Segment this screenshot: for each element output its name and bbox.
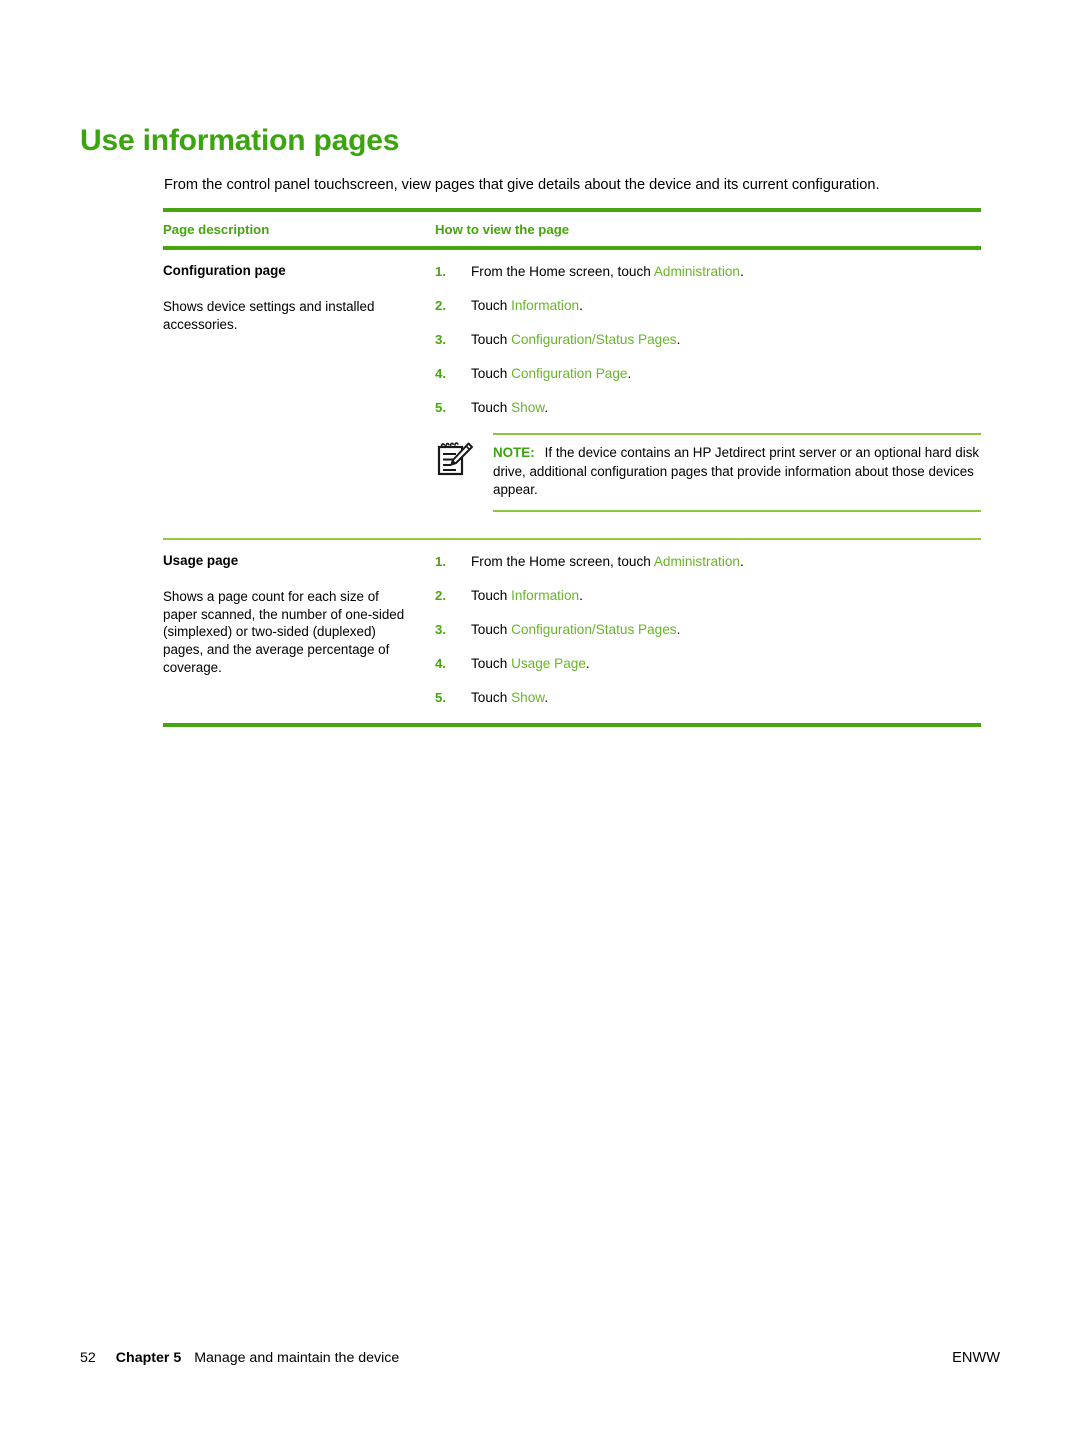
- step-text-pre: Touch: [471, 366, 512, 381]
- step-text-pre: From the Home screen, touch: [471, 264, 654, 279]
- ui-term: Administration: [653, 553, 740, 569]
- step-text: Touch Usage Page.: [471, 655, 981, 672]
- table-bottom-rule: [163, 722, 981, 727]
- ui-term: Show: [511, 689, 545, 705]
- ui-term: Information: [511, 298, 580, 313]
- step-text-pre: Touch: [471, 621, 512, 637]
- step-text: Touch Information.: [471, 587, 981, 604]
- step-text-post: .: [676, 621, 681, 637]
- footer-chapter-title: Manage and maintain the device: [194, 1350, 400, 1366]
- step-number: 4.: [435, 655, 446, 671]
- step-text-pre: Touch: [471, 689, 512, 705]
- step-text-pre: Touch: [471, 332, 512, 347]
- step-text-pre: From the Home screen, touch: [471, 553, 654, 569]
- step-number: 3.: [435, 621, 446, 637]
- ui-term: Configuration/Status Pages: [511, 621, 677, 637]
- column-header-page-description: Page description: [163, 222, 270, 237]
- footer-left-group: 52 Chapter 5 Manage and maintain the dev…: [80, 1350, 399, 1366]
- table-row: Configuration page Shows device settings…: [163, 250, 981, 522]
- ui-term: Information: [511, 587, 580, 603]
- step-text-post: .: [739, 553, 744, 569]
- step-text-post: .: [544, 689, 549, 705]
- information-pages-table: Page description How to view the page Co…: [163, 208, 981, 727]
- cell-page-description: Configuration page Shows device settings…: [163, 263, 435, 522]
- step-number: 5.: [435, 689, 446, 705]
- step-number: 1.: [435, 553, 446, 569]
- step-text: From the Home screen, touch Administrati…: [471, 553, 981, 570]
- step-number: 3.: [435, 332, 446, 347]
- step-number: 1.: [435, 264, 446, 279]
- list-item: 5. Touch Show.: [435, 689, 981, 706]
- list-item: 5. Touch Show.: [435, 399, 981, 416]
- page-title: Use information pages: [80, 124, 400, 158]
- ui-term: Configuration Page: [511, 366, 628, 381]
- ui-term: Configuration/Status Pages: [511, 332, 677, 347]
- note-label: NOTE:: [493, 445, 535, 460]
- list-item: 2. Touch Information.: [435, 297, 981, 314]
- list-item: 1. From the Home screen, touch Administr…: [435, 263, 981, 280]
- step-text: Touch Configuration Page.: [471, 365, 981, 382]
- step-number: 4.: [435, 366, 446, 381]
- ui-term: Show: [511, 400, 545, 415]
- table-row: Usage page Shows a page count for each s…: [163, 540, 981, 723]
- step-text: Touch Information.: [471, 297, 981, 314]
- list-item: 2. Touch Information.: [435, 587, 981, 604]
- step-text: From the Home screen, touch Administrati…: [471, 263, 981, 280]
- cell-how-to-view: 1. From the Home screen, touch Administr…: [435, 263, 981, 522]
- intro-paragraph: From the control panel touchscreen, view…: [164, 176, 880, 193]
- step-text-pre: Touch: [471, 400, 512, 415]
- column-header-how-to-view: How to view the page: [435, 222, 570, 237]
- footer-page-number: 52: [80, 1350, 96, 1366]
- list-item: 1. From the Home screen, touch Administr…: [435, 553, 981, 570]
- step-number: 2.: [435, 298, 446, 313]
- step-text-post: .: [544, 400, 549, 415]
- step-text-post: .: [579, 298, 583, 313]
- cell-page-description: Usage page Shows a page count for each s…: [163, 553, 435, 723]
- row-description: Shows a page count for each size of pape…: [163, 588, 405, 675]
- footer-locale: ENWW: [952, 1350, 1000, 1366]
- table-header-row: Page description How to view the page: [163, 212, 981, 246]
- ui-term: Administration: [653, 264, 740, 279]
- note-message: If the device contains an HP Jetdirect p…: [493, 445, 980, 498]
- cell-how-to-view: 1. From the Home screen, touch Administr…: [435, 553, 981, 723]
- step-text: Touch Show.: [471, 399, 981, 416]
- step-text-post: .: [739, 264, 744, 279]
- row-title: Usage page: [163, 552, 239, 568]
- step-text-post: .: [676, 332, 681, 347]
- note-text: NOTE: If the device contains an HP Jetdir…: [493, 444, 981, 500]
- list-item: 3. Touch Configuration/Status Pages.: [435, 331, 981, 348]
- step-text-post: .: [627, 366, 632, 381]
- note-body: NOTE: If the device contains an HP Jetdir…: [493, 433, 981, 512]
- list-item: 4. Touch Configuration Page.: [435, 365, 981, 382]
- step-text: Touch Configuration/Status Pages.: [471, 331, 981, 348]
- step-text-post: .: [585, 655, 590, 671]
- footer-chapter-label: Chapter 5: [115, 1350, 182, 1366]
- note-pad-pencil-icon: [435, 433, 493, 512]
- step-text-pre: Touch: [471, 655, 512, 671]
- step-number: 5.: [435, 400, 446, 415]
- row-title: Configuration page: [163, 263, 286, 278]
- step-text: Touch Show.: [471, 689, 981, 706]
- step-number: 2.: [435, 587, 446, 603]
- page-footer: 52 Chapter 5 Manage and maintain the dev…: [80, 1350, 1000, 1366]
- step-text: Touch Configuration/Status Pages.: [471, 621, 981, 638]
- note-callout: NOTE: If the device contains an HP Jetdir…: [435, 433, 981, 512]
- document-page: Use information pages From the control p…: [0, 0, 1080, 1437]
- step-text-pre: Touch: [471, 587, 512, 603]
- row-description: Shows device settings and installed acce…: [163, 299, 375, 332]
- list-item: 4. Touch Usage Page.: [435, 655, 981, 672]
- step-text-pre: Touch: [471, 298, 512, 313]
- step-text-post: .: [579, 587, 583, 603]
- ui-term: Usage Page: [511, 655, 586, 671]
- list-item: 3. Touch Configuration/Status Pages.: [435, 621, 981, 638]
